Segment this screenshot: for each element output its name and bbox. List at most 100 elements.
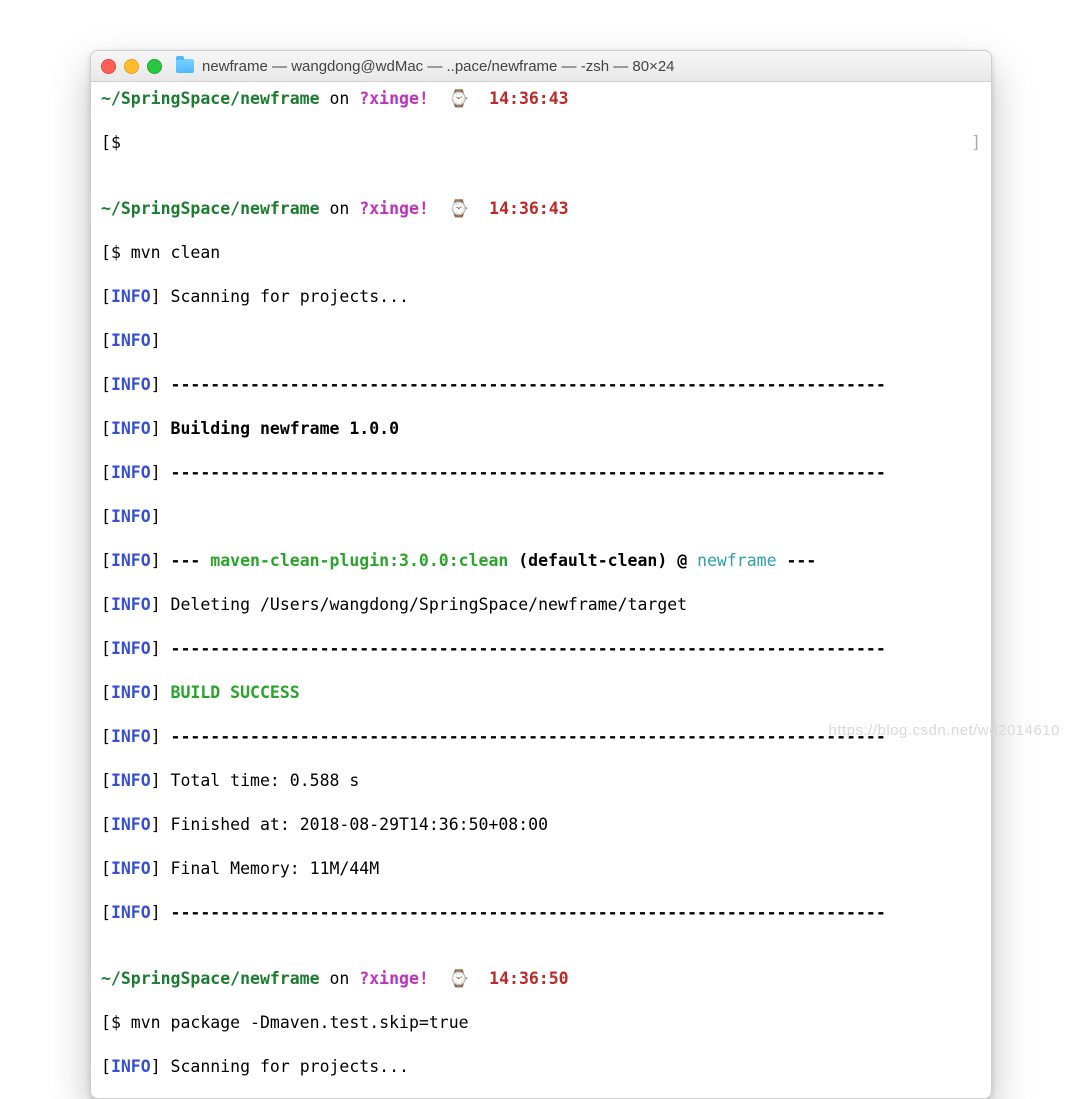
dash-line: ----------------------------------------… — [161, 639, 886, 658]
plugin-dash-l: --- — [161, 551, 211, 570]
bracket-right: ] — [151, 683, 161, 702]
bracket-right: ] — [151, 331, 161, 350]
bracket-left: [ — [101, 1013, 111, 1032]
bracket-right: ] — [151, 595, 161, 614]
watermark: https://blog.csdn.net/wd2014610 — [829, 722, 1061, 739]
info-tag: INFO — [111, 815, 151, 834]
terminal-window: newframe — wangdong@wdMac — ..pace/newfr… — [90, 50, 992, 1099]
bracket-left: [ — [101, 375, 111, 394]
bracket-left: [ — [101, 287, 111, 306]
dash-line: ----------------------------------------… — [161, 727, 886, 746]
prompt-on: on — [320, 89, 360, 108]
info-tag: INFO — [111, 1057, 151, 1076]
bracket-left: [ — [101, 133, 111, 152]
prompt-on: on — [320, 969, 360, 988]
info-tag: INFO — [111, 727, 151, 746]
empty-prompt[interactable]: $ — [111, 133, 131, 152]
bracket-left: [ — [101, 639, 111, 658]
bracket-right: ] — [151, 1057, 161, 1076]
info-tag: INFO — [111, 639, 151, 658]
bracket-left: [ — [101, 507, 111, 526]
plugin-name: maven-clean-plugin:3.0.0:clean — [210, 551, 508, 570]
branch-box: ? — [359, 969, 369, 988]
window-title: newframe — wangdong@wdMac — ..pace/newfr… — [202, 58, 675, 75]
branch-box: ? — [359, 199, 369, 218]
building-line: Building newframe 1.0.0 — [161, 419, 399, 438]
bracket-left: [ — [101, 595, 111, 614]
bracket-right: ] — [151, 639, 161, 658]
titlebar[interactable]: newframe — wangdong@wdMac — ..pace/newfr… — [91, 51, 991, 82]
branch: xinge! — [369, 89, 429, 108]
bracket-left: [ — [101, 243, 111, 262]
bracket-left: [ — [101, 551, 111, 570]
prompt-path: ~/SpringSpace/newframe — [101, 969, 320, 988]
branch-box: ? — [359, 89, 369, 108]
dash-line: ----------------------------------------… — [161, 903, 886, 922]
bracket-left: [ — [101, 771, 111, 790]
bracket-right: ] — [151, 859, 161, 878]
bracket-right: ] — [151, 507, 161, 526]
bracket-right: ] — [151, 551, 161, 570]
bracket-right: ] — [151, 375, 161, 394]
prompt-on: on — [320, 199, 360, 218]
bracket-right: ] — [151, 727, 161, 746]
prompt-time: 14:36:43 — [489, 89, 568, 108]
info-tag: INFO — [111, 903, 151, 922]
dash-line: ----------------------------------------… — [161, 375, 886, 394]
prompt-path: ~/SpringSpace/newframe — [101, 89, 320, 108]
final-memory: Final Memory: 11M/44M — [161, 859, 380, 878]
dash-line: ----------------------------------------… — [161, 463, 886, 482]
branch: xinge! — [369, 199, 429, 218]
info-tag: INFO — [111, 683, 151, 702]
watch-icon: ⌚ — [449, 969, 470, 988]
cmd-clean[interactable]: $ mvn clean — [111, 243, 220, 262]
zoom-icon[interactable] — [147, 59, 162, 74]
bracket-left: [ — [101, 463, 111, 482]
bracket-right: ] — [151, 287, 161, 306]
info-tag: INFO — [111, 419, 151, 438]
bracket-left: [ — [101, 331, 111, 350]
info-tag: INFO — [111, 595, 151, 614]
prompt-time: 14:36:43 — [489, 199, 568, 218]
bracket-left: [ — [101, 1057, 111, 1076]
bracket-right: ] — [151, 419, 161, 438]
info-tag: INFO — [111, 771, 151, 790]
plugin-project: newframe — [697, 551, 776, 570]
watch-icon: ⌚ — [449, 89, 470, 108]
bracket-left: [ — [101, 683, 111, 702]
prompt-time: 14:36:50 — [489, 969, 568, 988]
info-tag: INFO — [111, 859, 151, 878]
bracket-right: ] — [151, 903, 161, 922]
scan-text: Scanning for projects... — [161, 287, 409, 306]
scan-text: Scanning for projects... — [161, 1057, 409, 1076]
info-tag: INFO — [111, 551, 151, 570]
watch-icon: ⌚ — [449, 199, 470, 218]
bracket-left: [ — [101, 859, 111, 878]
prompt-path: ~/SpringSpace/newframe — [101, 199, 320, 218]
info-tag: INFO — [111, 375, 151, 394]
minimize-icon[interactable] — [124, 59, 139, 74]
build-success: BUILD SUCCESS — [161, 683, 300, 702]
bracket-left: [ — [101, 419, 111, 438]
branch: xinge! — [369, 969, 429, 988]
deleting-line: Deleting /Users/wangdong/SpringSpace/new… — [161, 595, 688, 614]
info-tag: INFO — [111, 331, 151, 350]
bracket-right: ] — [151, 463, 161, 482]
folder-icon — [176, 59, 194, 73]
total-time: Total time: 0.588 s — [161, 771, 360, 790]
bracket-left: [ — [101, 815, 111, 834]
bracket-right: ] — [971, 132, 981, 154]
info-tag: INFO — [111, 507, 151, 526]
info-tag: INFO — [111, 463, 151, 482]
bracket-left: [ — [101, 903, 111, 922]
bracket-right: ] — [151, 815, 161, 834]
terminal-body[interactable]: ~/SpringSpace/newframe on ?xinge! ⌚ 14:3… — [91, 82, 991, 1098]
bracket-left: [ — [101, 727, 111, 746]
plugin-goal: (default-clean) @ — [508, 551, 697, 570]
bracket-right: ] — [151, 771, 161, 790]
info-tag: INFO — [111, 287, 151, 306]
cmd-package[interactable]: $ mvn package -Dmaven.test.skip=true — [111, 1013, 469, 1032]
close-icon[interactable] — [101, 59, 116, 74]
finished-at: Finished at: 2018-08-29T14:36:50+08:00 — [161, 815, 548, 834]
plugin-dash-r: --- — [777, 551, 817, 570]
